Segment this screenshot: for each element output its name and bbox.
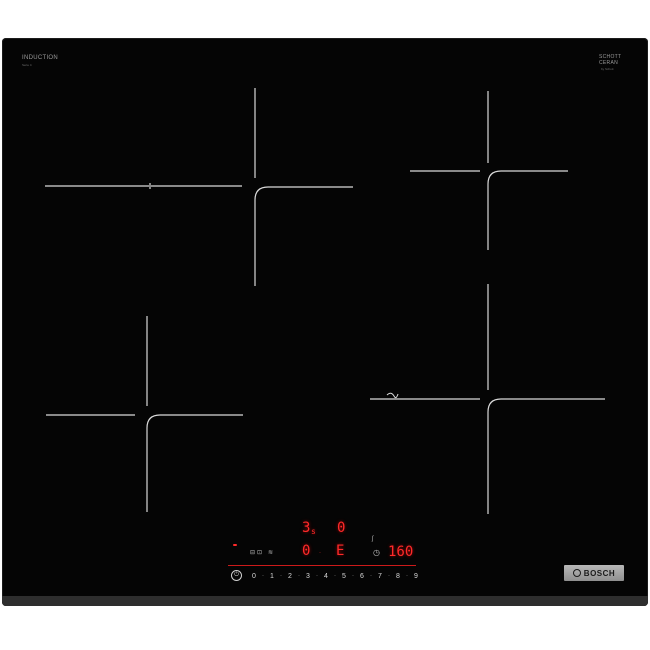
power-level-scale[interactable]: 0 · 1 · 2 · 3 · 4 · 5 · 6 · 7 · 8 · 9 [250,570,420,582]
level-separator: · [370,573,372,579]
flex-zone-button-icon[interactable]: ʃ [372,536,373,542]
control-slider-track[interactable] [228,565,416,566]
level-7[interactable]: 7 [376,573,384,580]
zone-indicator-rear-sub: s [311,527,316,536]
level-2[interactable]: 2 [286,573,294,580]
cooking-zone-front-left-top[interactable] [45,88,353,286]
flex-zone-icon [386,392,399,399]
level-1[interactable]: 1 [268,573,276,580]
zone-select-icon[interactable]: · [319,550,321,556]
brand-badge: BOSCH [564,565,624,581]
pan-detect-icon[interactable]: ⊡ [257,550,262,556]
level-separator: · [298,573,300,579]
level-separator: · [352,573,354,579]
status-led [233,544,237,546]
level-4[interactable]: 4 [322,573,330,580]
zone-indicator-right: 0 [337,520,346,536]
cooking-zone-front-right[interactable] [370,284,605,514]
bottom-frame [2,596,648,606]
cooking-zone-front-left[interactable] [46,316,243,512]
level-5[interactable]: 5 [340,573,348,580]
level-8[interactable]: 8 [394,573,402,580]
level-0[interactable]: 0 [250,573,258,580]
level-separator: · [334,573,336,579]
timer-icon[interactable]: ◷ [373,549,380,557]
heat-icon[interactable]: ≋ [268,550,273,556]
induction-hob: INDUCTION Serie 4 SCHOTT CERAN by Schott [2,38,648,606]
zone-error-display: E [336,543,345,559]
zone-indicator-rear: 3 [302,520,311,536]
level-3[interactable]: 3 [304,573,312,580]
brand-badge-label: BOSCH [583,568,616,578]
level-separator: · [388,573,390,579]
cooking-zone-rear-right[interactable] [410,91,568,250]
bosch-logo-icon [572,569,581,577]
level-separator: · [316,573,318,579]
timer-display: 160 [388,544,414,560]
level-6[interactable]: 6 [358,573,366,580]
power-icon[interactable]: ⏻ [231,570,242,581]
level-9[interactable]: 9 [412,573,420,580]
cooking-zones [45,88,605,514]
child-lock-icon[interactable]: ⊟ [250,550,255,556]
level-separator: · [280,573,282,579]
zone-power-display: 0 [302,543,311,559]
level-separator: · [262,573,264,579]
level-separator: · [406,573,408,579]
